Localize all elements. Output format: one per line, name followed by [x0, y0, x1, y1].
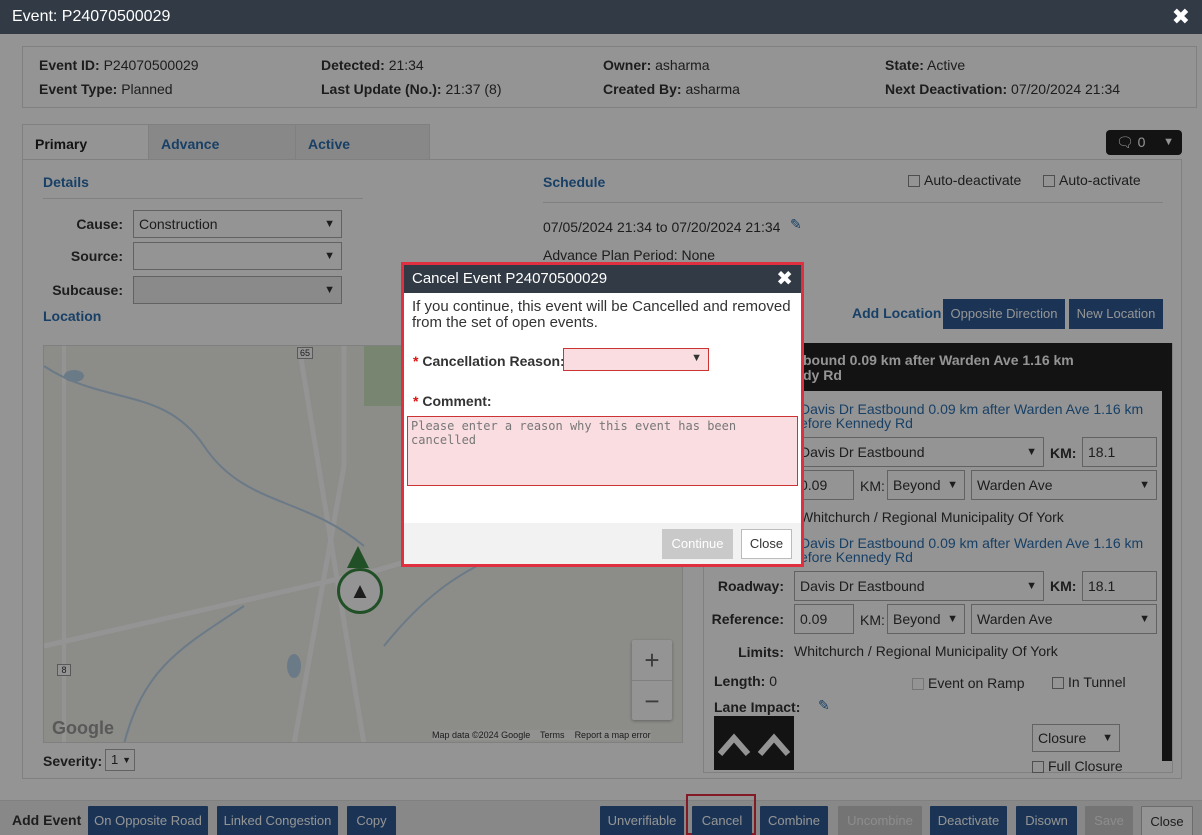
close-icon[interactable]: ✖	[776, 265, 793, 293]
window-title: Event: P24070500029	[12, 8, 171, 25]
cancel-event-dialog: Cancel Event P24070500029 ✖ If you conti…	[401, 262, 804, 567]
dialog-header: Cancel Event P24070500029 ✖	[404, 265, 801, 293]
cancellation-reason-label: * Cancellation Reason:	[413, 353, 565, 369]
dialog-message: If you continue, this event will be Canc…	[412, 298, 791, 331]
comment-textarea[interactable]: Please enter a reason why this event has…	[407, 416, 798, 486]
dialog-title: Cancel Event P24070500029	[412, 270, 608, 287]
required-marker: *	[413, 353, 419, 369]
dialog-close-button[interactable]: Close	[741, 529, 792, 559]
window-title-bar: Event: P24070500029 ✖	[0, 0, 1202, 34]
close-icon[interactable]: ✖	[1172, 0, 1190, 34]
comment-text: Comment:	[422, 393, 492, 409]
cancellation-reason-text: Cancellation Reason:	[422, 353, 565, 369]
continue-button[interactable]: Continue	[662, 529, 733, 559]
cancellation-reason-select[interactable]: ▼	[563, 348, 709, 371]
required-marker: *	[413, 393, 419, 409]
comment-label: * Comment:	[413, 393, 492, 409]
chevron-down-icon: ▼	[691, 352, 702, 364]
